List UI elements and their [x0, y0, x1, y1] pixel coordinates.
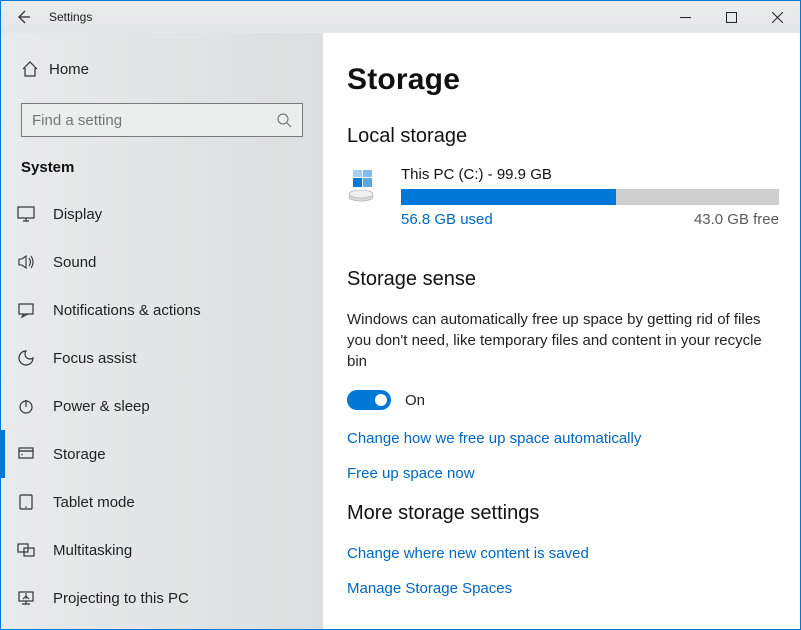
free-label: 43.0 GB free: [694, 211, 779, 228]
sidebar-item-display[interactable]: Display: [1, 190, 323, 238]
close-button[interactable]: [754, 1, 800, 33]
sidebar-item-storage[interactable]: Storage: [1, 430, 323, 478]
more-settings-heading: More storage settings: [347, 502, 800, 525]
back-button[interactable]: [1, 1, 45, 33]
minimize-icon: [680, 12, 691, 23]
maximize-icon: [726, 12, 737, 23]
sidebar-item-project[interactable]: Projecting to this PC: [1, 574, 323, 622]
sidebar-item-label: Focus assist: [49, 350, 136, 367]
home-label: Home: [49, 61, 89, 78]
sidebar-item-multitask[interactable]: Multitasking: [1, 526, 323, 574]
selection-bar: [1, 478, 5, 526]
sidebar-item-label: Projecting to this PC: [49, 590, 189, 607]
sidebar-item-label: Storage: [49, 446, 106, 463]
back-arrow-icon: [15, 9, 31, 25]
link-change-save-location[interactable]: Change where new content is saved: [347, 545, 800, 562]
sidebar-item-label: Multitasking: [49, 542, 132, 559]
tablet-icon: [17, 493, 49, 511]
storage-sense-body: Windows can automatically free up space …: [347, 309, 767, 372]
search-input[interactable]: [21, 103, 303, 137]
sidebar-item-label: Tablet mode: [49, 494, 135, 511]
storage-usage-bar: [401, 189, 779, 205]
sidebar-item-label: Power & sleep: [49, 398, 150, 415]
titlebar: Settings: [1, 1, 800, 33]
selection-bar: [1, 190, 5, 238]
selection-bar: [1, 526, 5, 574]
toggle-knob: [375, 394, 387, 406]
display-icon: [17, 205, 49, 223]
sidebar-item-power[interactable]: Power & sleep: [1, 382, 323, 430]
search-field[interactable]: [32, 112, 276, 129]
multitask-icon: [17, 541, 49, 559]
sidebar-item-tablet[interactable]: Tablet mode: [1, 478, 323, 526]
sidebar-item-label: Sound: [49, 254, 96, 271]
sidebar-section-label: System: [1, 155, 323, 190]
storage-sense-heading: Storage sense: [347, 268, 800, 291]
home-icon: [21, 60, 49, 78]
selection-bar: [1, 238, 5, 286]
sound-icon: [17, 253, 49, 271]
selection-bar: [1, 430, 5, 478]
link-manage-storage-spaces[interactable]: Manage Storage Spaces: [347, 580, 800, 597]
minimize-button[interactable]: [662, 1, 708, 33]
main-content: Storage Local storage This PC (C:) - 99.…: [323, 33, 800, 629]
home-nav[interactable]: Home: [1, 49, 323, 89]
storage-usage-fill: [401, 189, 616, 205]
power-icon: [17, 397, 49, 415]
app-title: Settings: [45, 10, 92, 24]
maximize-button[interactable]: [708, 1, 754, 33]
selection-bar: [1, 574, 5, 622]
toggle-label: On: [405, 392, 425, 409]
selection-bar: [1, 334, 5, 382]
selection-bar: [1, 382, 5, 430]
search-icon: [276, 112, 292, 128]
window-controls: [662, 1, 800, 33]
settings-window: Settings Home System DisplaySoundN: [0, 0, 801, 630]
sidebar-item-sound[interactable]: Sound: [1, 238, 323, 286]
drive-name: This PC (C:) - 99.9 GB: [401, 166, 779, 183]
selection-bar: [1, 286, 5, 334]
sidebar-item-notifications[interactable]: Notifications & actions: [1, 286, 323, 334]
sidebar-item-focus[interactable]: Focus assist: [1, 334, 323, 382]
storage-sense-toggle[interactable]: [347, 390, 391, 410]
link-free-up-now[interactable]: Free up space now: [347, 465, 800, 482]
local-storage-heading: Local storage: [347, 125, 800, 148]
page-title: Storage: [347, 63, 800, 97]
sidebar-item-label: Notifications & actions: [49, 302, 201, 319]
close-icon: [772, 12, 783, 23]
drive-icon: [347, 170, 383, 206]
notifications-icon: [17, 301, 49, 319]
storage-icon: [17, 445, 49, 463]
sidebar: Home System Display Sound Notifications & …: [1, 33, 323, 629]
used-label: 56.8 GB used: [401, 211, 493, 228]
drive-row[interactable]: This PC (C:) - 99.9 GB 56.8 GB used 43.0…: [347, 166, 800, 228]
project-icon: [17, 589, 49, 607]
focus-icon: [17, 349, 49, 367]
link-change-auto[interactable]: Change how we free up space automaticall…: [347, 430, 800, 447]
sidebar-item-label: Display: [49, 206, 102, 223]
